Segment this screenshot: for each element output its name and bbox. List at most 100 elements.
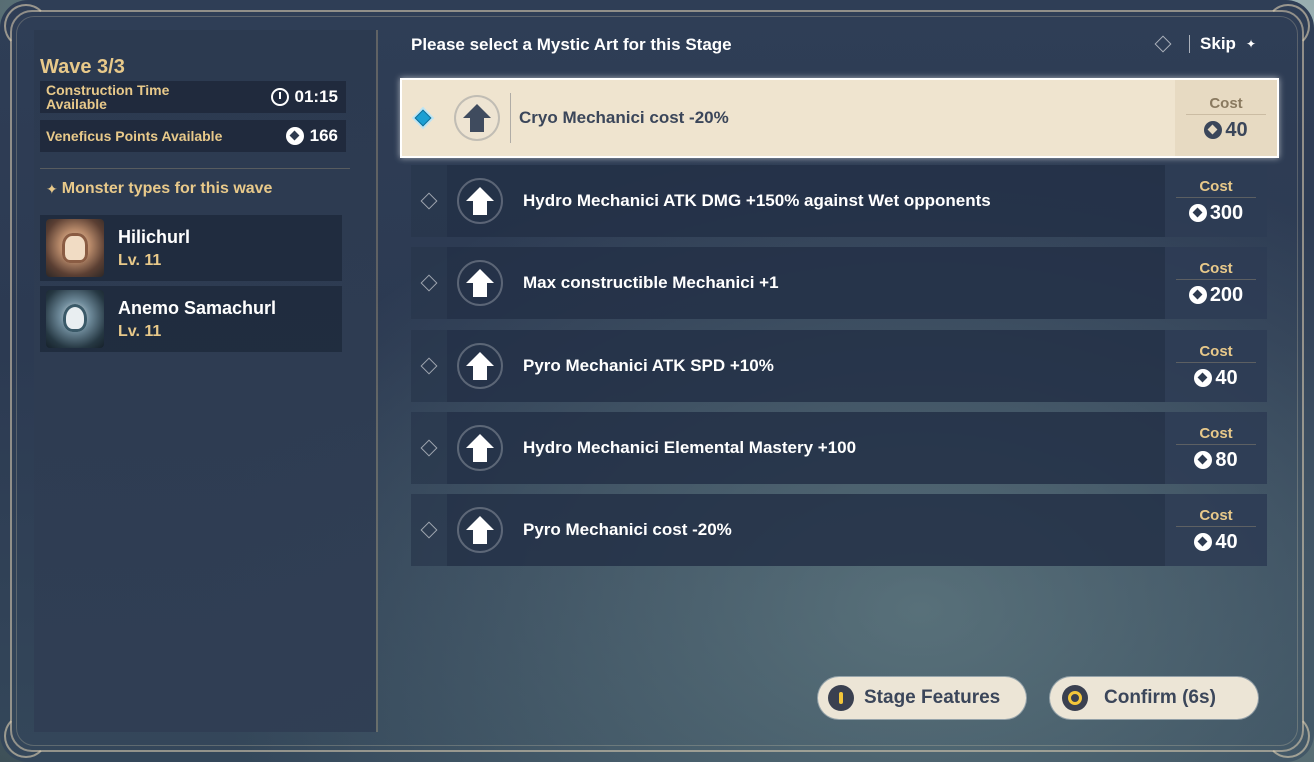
mystic-art-option[interactable]: Pyro Mechanici ATK SPD +10% Cost 40 [411,330,1267,402]
veneficus-points-icon [1204,121,1223,139]
cost-value-wrap: 200 [1188,283,1244,307]
stage-features-button[interactable]: Stage Features [818,677,1026,719]
veneficus-points-label: Veneficus Points Available [46,128,223,144]
mechanici-arrow-icon [457,178,503,224]
separator [510,93,511,143]
option-label: Cryo Mechanici cost -20% [519,108,729,127]
cost-value: 40 [1215,530,1238,553]
cost-value-wrap: 40 [1204,118,1248,142]
option-label: Pyro Mechanici cost -20% [523,520,732,539]
diamond-icon [420,439,438,457]
construction-time-value: 01:15 [294,87,338,106]
wave-title: Wave 3/3 [40,56,125,78]
cost-value-wrap: 40 [1194,366,1238,390]
mystic-art-option[interactable]: Hydro Mechanici Elemental Mastery +100 C… [411,412,1267,484]
wave-info-panel: Wave 3/3 Construction Time Available 01:… [34,30,376,732]
mystic-art-option[interactable]: Cryo Mechanici cost -20% Cost 40 [400,78,1279,158]
option-selector[interactable] [411,494,447,566]
mystic-art-option[interactable]: Hydro Mechanici ATK DMG +150% against We… [411,165,1267,237]
clock-icon [270,88,289,106]
cost-value: 80 [1215,448,1238,471]
mechanici-arrow-icon [454,95,500,141]
confirm-button[interactable]: Confirm (6s) [1050,677,1258,719]
cost-value-wrap: 40 [1194,530,1238,554]
cost-value: 200 [1209,283,1244,306]
separator [1189,35,1191,53]
monster-entry[interactable]: Anemo Samachurl Lv. 11 [40,286,342,352]
monster-level: Lv. 11 [118,251,162,269]
mystic-art-option[interactable]: Pyro Mechanici cost -20% Cost 40 [411,494,1267,566]
option-cost: Cost 300 [1165,165,1267,237]
skip-area: Skip ✦ [1154,34,1256,54]
cost-value-wrap: 300 [1188,201,1244,225]
mechanici-arrow-icon [457,507,503,553]
diamond-icon [420,357,438,375]
mystic-art-option[interactable]: Max constructible Mechanici +1 Cost 200 [411,247,1267,319]
anemo-samachurl-portrait [46,290,104,348]
option-body: Pyro Mechanici cost -20% [447,494,1165,566]
option-label: Pyro Mechanici ATK SPD +10% [523,356,774,375]
monster-level: Lv. 11 [118,322,162,340]
monster-entry[interactable]: Hilichurl Lv. 11 [40,215,342,281]
frame-corner-ornament [1266,714,1310,758]
monster-name: Hilichurl [118,226,191,247]
diamond-icon [1154,35,1172,53]
skip-button[interactable]: Skip [1200,34,1236,54]
monster-types-heading: ✦ Monster types for this wave [46,180,272,198]
option-selector[interactable] [411,412,447,484]
mechanici-arrow-icon [457,343,503,389]
cost-heading: Cost [1176,178,1256,198]
option-cost: Cost 40 [1165,494,1267,566]
diamond-icon [420,274,438,292]
option-body: Max constructible Mechanici +1 [447,247,1165,319]
cost-heading: Cost [1186,95,1266,115]
diamond-icon [420,521,438,539]
selection-prompt: Please select a Mystic Art for this Stag… [411,35,732,54]
option-body: Cryo Mechanici cost -20% [444,80,1175,156]
option-cost: Cost 40 [1175,80,1277,156]
veneficus-points-icon [1194,369,1213,387]
mechanici-arrow-icon [457,260,503,306]
option-body: Hydro Mechanici Elemental Mastery +100 [447,412,1165,484]
cost-value: 40 [1215,366,1238,389]
construction-time-value-wrap: 01:15 [270,87,338,107]
cost-heading: Cost [1176,507,1256,527]
veneficus-points-value-wrap: 166 [285,126,338,146]
info-icon [828,685,854,711]
option-selector[interactable] [411,165,447,237]
option-selector[interactable] [411,247,447,319]
veneficus-points-icon [1194,533,1213,551]
veneficus-points-value: 166 [309,126,338,145]
panel-divider [376,30,378,732]
construction-time-row: Construction Time Available 01:15 [40,81,346,113]
monster-types-heading-label: Monster types for this wave [61,180,273,197]
option-label: Max constructible Mechanici +1 [523,273,779,292]
veneficus-points-icon [285,127,304,145]
monster-info: Hilichurl Lv. 11 [118,227,190,270]
monster-name: Anemo Samachurl [118,297,277,318]
cost-heading: Cost [1176,260,1256,280]
diamond-icon [420,192,438,210]
option-cost: Cost 80 [1165,412,1267,484]
cost-value: 300 [1209,201,1244,224]
mechanici-arrow-icon [457,425,503,471]
cost-value: 40 [1225,118,1248,141]
sparkle-icon: ✦ [46,180,58,197]
sparkle-icon: ✦ [1245,37,1256,51]
option-label: Hydro Mechanici ATK DMG +150% against We… [523,191,991,210]
stage-features-label: Stage Features [864,687,1001,708]
selected-diamond-icon [414,109,432,127]
cost-heading: Cost [1176,343,1256,363]
option-selector[interactable] [411,330,447,402]
veneficus-points-row: Veneficus Points Available 166 [40,120,346,152]
confirm-circle-icon [1062,685,1088,711]
option-body: Pyro Mechanici ATK SPD +10% [447,330,1165,402]
veneficus-points-icon [1194,451,1213,469]
frame-corner-ornament [1266,4,1310,48]
option-cost: Cost 200 [1165,247,1267,319]
veneficus-points-icon [1188,204,1207,222]
confirm-label: Confirm (6s) [1104,687,1216,708]
option-label: Hydro Mechanici Elemental Mastery +100 [523,438,857,457]
cost-heading: Cost [1176,425,1256,445]
option-selector[interactable] [402,80,444,156]
